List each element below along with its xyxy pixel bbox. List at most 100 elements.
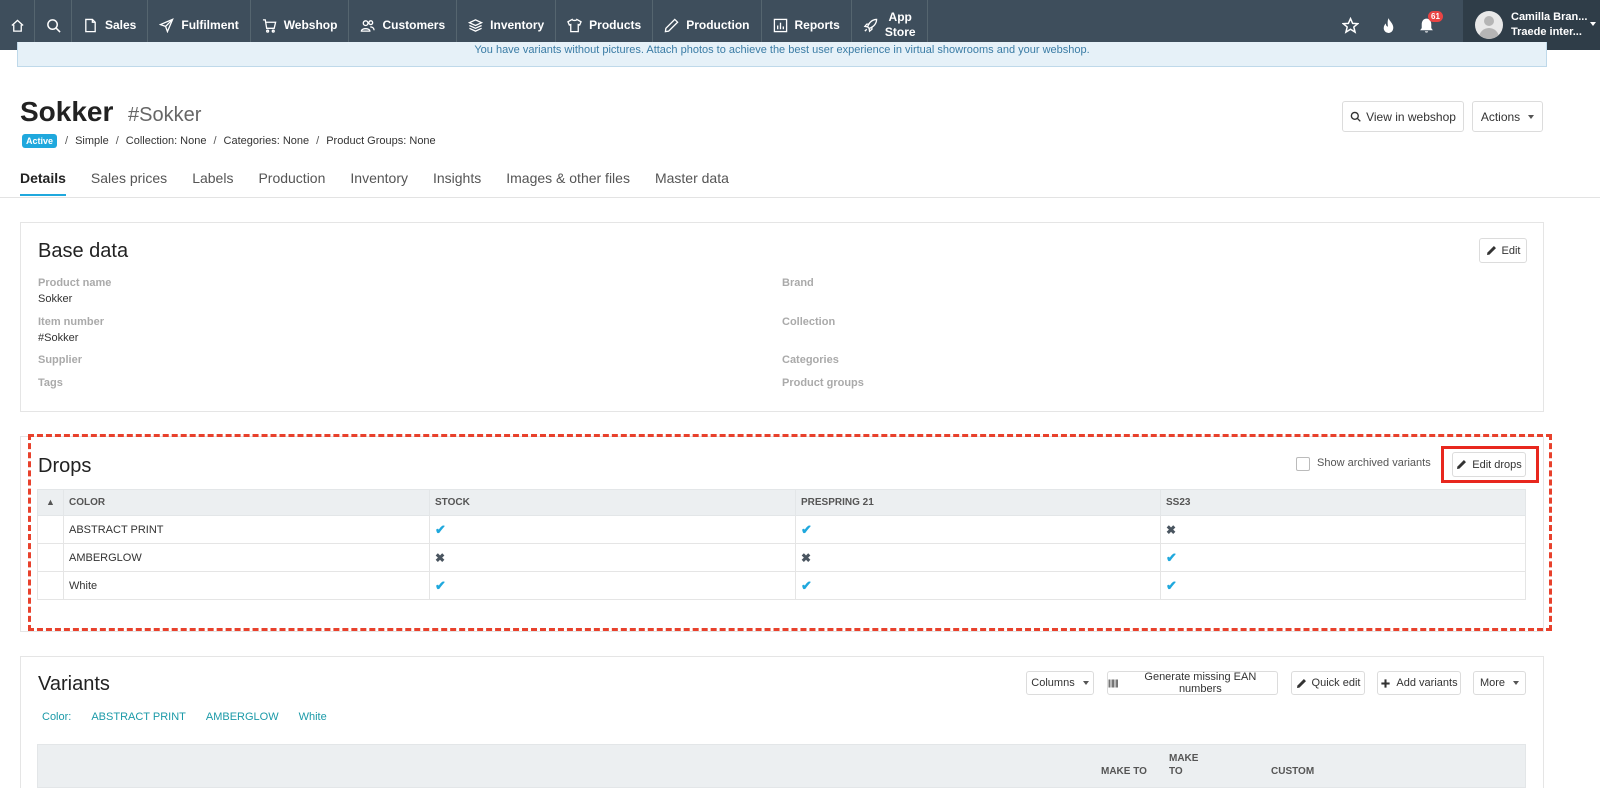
nav-app-store-label: App Store bbox=[885, 10, 916, 40]
chevron-down-icon bbox=[1590, 22, 1596, 26]
tab-labels[interactable]: Labels bbox=[192, 170, 233, 196]
nav-customers-label: Customers bbox=[382, 18, 446, 32]
brand-label: Brand bbox=[782, 277, 814, 289]
color-filter-white[interactable]: White bbox=[299, 711, 327, 723]
banner-text: You have variants without pictures. Atta… bbox=[474, 44, 1090, 56]
nav-fulfilment-label: Fulfilment bbox=[181, 18, 239, 32]
tab-inventory[interactable]: Inventory bbox=[350, 170, 408, 196]
tab-sales-prices[interactable]: Sales prices bbox=[91, 170, 167, 196]
product-groups-label: Product groups bbox=[782, 377, 864, 389]
column-header-color[interactable]: COLOR bbox=[63, 489, 430, 516]
checkmark-icon: ✔ bbox=[801, 521, 812, 537]
color-filter-abstract-print[interactable]: ABSTRACT PRINT bbox=[91, 711, 186, 723]
cell-prespring: ✖ bbox=[795, 543, 1161, 572]
color-filter-amberglow[interactable]: AMBERGLOW bbox=[206, 711, 279, 723]
table-header-row: ▲ COLOR STOCK PRESPRING 21 SS23 bbox=[37, 489, 1526, 516]
edit-drops-button[interactable]: Edit drops bbox=[1452, 452, 1526, 477]
tab-images[interactable]: Images & other files bbox=[506, 170, 630, 196]
nav-webshop-label: Webshop bbox=[283, 18, 338, 32]
tab-insights[interactable]: Insights bbox=[433, 170, 481, 196]
boxes-icon bbox=[468, 18, 484, 32]
cell-prespring: ✔ bbox=[795, 515, 1161, 544]
cell-stock: ✔ bbox=[429, 571, 796, 600]
app-store-line1: App bbox=[888, 10, 912, 24]
view-in-webshop-button[interactable]: View in webshop bbox=[1342, 101, 1464, 132]
item-number-label: Item number bbox=[38, 316, 105, 328]
star-icon bbox=[1341, 16, 1359, 34]
cross-icon: ✖ bbox=[435, 550, 446, 565]
tab-master-data[interactable]: Master data bbox=[655, 170, 729, 196]
cell-color: White bbox=[63, 571, 430, 600]
generate-ean-label: Generate missing EAN numbers bbox=[1144, 671, 1257, 695]
generate-ean-button[interactable]: Generate missing EAN numbers bbox=[1107, 671, 1278, 695]
product-tabs: Details Sales prices Labels Production I… bbox=[20, 170, 754, 196]
checkmark-icon: ✔ bbox=[1166, 577, 1177, 593]
add-variants-label: Add variants bbox=[1396, 677, 1458, 689]
add-variants-button[interactable]: Add variants bbox=[1377, 671, 1461, 695]
edit-drops-label: Edit drops bbox=[1472, 458, 1522, 471]
search-icon bbox=[46, 18, 61, 33]
product-categories: Categories: None bbox=[223, 135, 310, 147]
sort-toggle[interactable]: ▲ bbox=[37, 489, 64, 516]
checkmark-icon: ✔ bbox=[435, 521, 446, 537]
cell-color: ABSTRACT PRINT bbox=[63, 515, 430, 544]
color-filter-row: Color: ABSTRACT PRINT AMBERGLOW White bbox=[42, 711, 327, 723]
edit-base-data-button[interactable]: Edit bbox=[1479, 238, 1527, 263]
meta-separator: / bbox=[65, 135, 69, 147]
actions-label: Actions bbox=[1480, 109, 1521, 124]
file-icon bbox=[85, 18, 96, 32]
chevron-down-icon bbox=[1082, 681, 1089, 685]
row-spacer bbox=[37, 571, 64, 600]
show-archived-label: Show archived variants bbox=[1317, 457, 1431, 469]
home-icon bbox=[10, 18, 24, 32]
chevron-up-icon: ▲ bbox=[46, 497, 55, 507]
barcode-icon bbox=[1108, 678, 1118, 688]
actions-button[interactable]: Actions bbox=[1472, 101, 1543, 132]
product-sku: #Sokker bbox=[128, 104, 202, 126]
show-archived-checkbox[interactable] bbox=[1296, 457, 1310, 471]
cart-icon bbox=[262, 18, 277, 33]
app-store-line2: Store bbox=[884, 25, 916, 39]
quick-edit-button[interactable]: Quick edit bbox=[1291, 671, 1365, 695]
more-button[interactable]: More bbox=[1473, 671, 1526, 695]
columns-button[interactable]: Columns bbox=[1026, 671, 1094, 695]
chevron-down-icon bbox=[1528, 114, 1535, 119]
table-row: AMBERGLOW ✖ ✖ ✔ bbox=[37, 543, 1526, 572]
meta-separator: / bbox=[115, 135, 119, 147]
product-collection: Collection: None bbox=[125, 135, 207, 147]
column-header-prespring[interactable]: PRESPRING 21 bbox=[795, 489, 1161, 516]
column-header-make-to-2[interactable]: MAKE TO bbox=[1169, 752, 1198, 778]
checkmark-icon: ✔ bbox=[435, 577, 446, 593]
column-header-ss23[interactable]: SS23 bbox=[1160, 489, 1526, 516]
quick-edit-label: Quick edit bbox=[1311, 677, 1361, 689]
tab-details[interactable]: Details bbox=[20, 170, 66, 196]
column-header-make-to[interactable]: MAKE TO bbox=[1101, 765, 1147, 778]
cross-icon: ✖ bbox=[801, 550, 812, 565]
item-number-value: #Sokker bbox=[38, 332, 79, 344]
drops-table: ▲ COLOR STOCK PRESPRING 21 SS23 ABSTRACT… bbox=[37, 489, 1526, 600]
paper-plane-icon bbox=[159, 17, 175, 33]
info-banner: You have variants without pictures. Atta… bbox=[17, 42, 1547, 67]
column-header-stock[interactable]: STOCK bbox=[429, 489, 796, 516]
checkmark-icon: ✔ bbox=[1166, 549, 1177, 565]
tshirt-icon bbox=[567, 17, 583, 32]
make-to-line2: TO bbox=[1169, 766, 1183, 777]
variants-title: Variants bbox=[38, 673, 110, 695]
avatar bbox=[1475, 11, 1503, 39]
variants-table-header: MAKE TO MAKE TO CUSTOM bbox=[37, 744, 1526, 788]
cell-color: AMBERGLOW bbox=[63, 543, 430, 572]
tags-label: Tags bbox=[38, 377, 63, 389]
collection-label: Collection bbox=[782, 316, 836, 328]
user-company: Traede inter... bbox=[1511, 26, 1582, 38]
meta-separator: / bbox=[213, 135, 217, 147]
make-to-line1: MAKE bbox=[1169, 753, 1199, 764]
page-title: Sokker bbox=[20, 96, 114, 127]
user-name: Camilla Bran... bbox=[1511, 11, 1588, 23]
tab-production[interactable]: Production bbox=[258, 170, 325, 196]
table-row: ABSTRACT PRINT ✔ ✔ ✖ bbox=[37, 515, 1526, 544]
pencil-icon bbox=[1486, 246, 1496, 255]
pencil-icon bbox=[1457, 460, 1467, 469]
base-data-panel: Base data Edit Product name Sokker Item … bbox=[20, 222, 1544, 412]
column-header-custom[interactable]: CUSTOM bbox=[1271, 765, 1314, 778]
meta-separator: / bbox=[316, 135, 320, 147]
